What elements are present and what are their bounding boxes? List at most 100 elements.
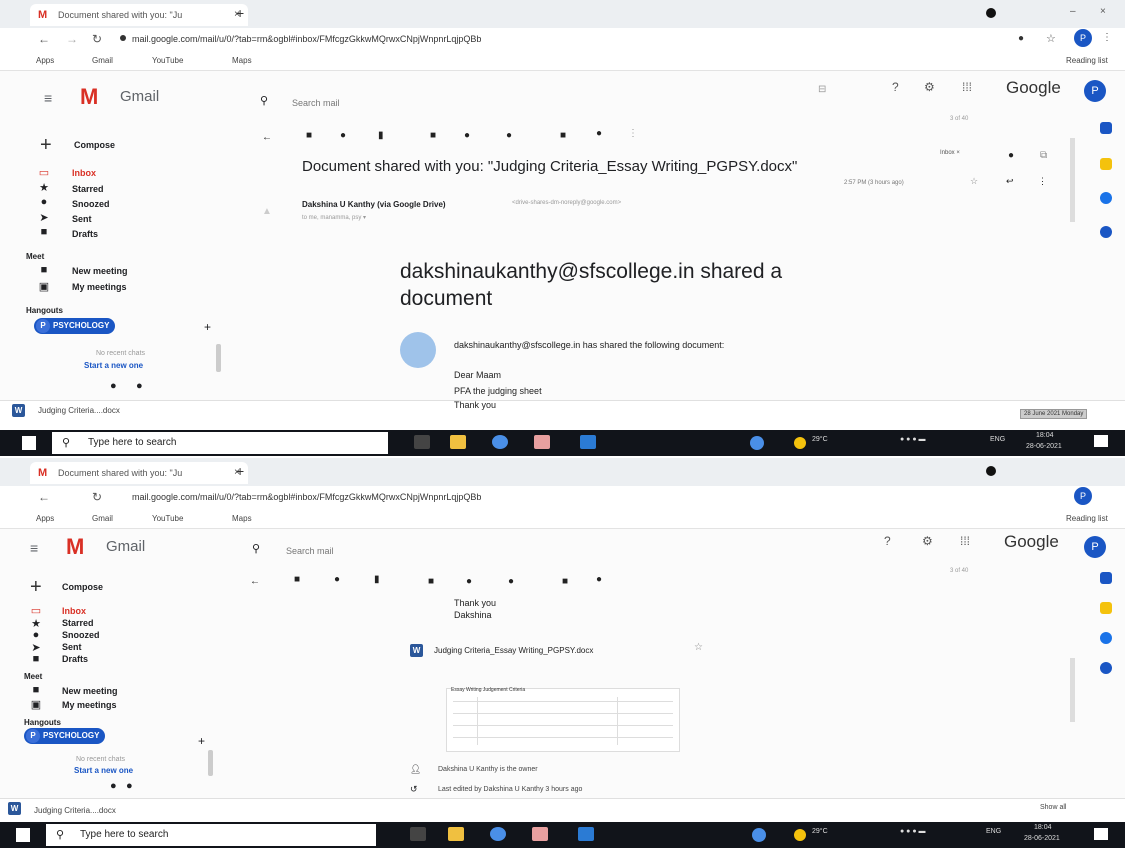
- tray-app-icon[interactable]: [752, 828, 766, 842]
- sidebar-item-sent[interactable]: Sent: [62, 642, 82, 652]
- compose-plus-icon[interactable]: +: [30, 576, 42, 599]
- mark-unread-icon[interactable]: ■: [428, 576, 434, 587]
- account-avatar[interactable]: P: [1084, 80, 1106, 102]
- star-email-icon[interactable]: ☆: [970, 176, 978, 187]
- search-icon[interactable]: ⚲: [260, 94, 268, 107]
- reading-list[interactable]: Reading list: [1066, 514, 1108, 523]
- new-meeting-button[interactable]: New meeting: [72, 266, 128, 276]
- tray-app-icon[interactable]: [750, 436, 764, 450]
- notification-icon[interactable]: [1094, 828, 1108, 840]
- back-icon[interactable]: ←: [38, 490, 50, 504]
- new-tab-button[interactable]: +: [236, 5, 244, 21]
- tray-icons[interactable]: ● ● ● ▬: [900, 828, 926, 835]
- reload-icon[interactable]: ↻: [92, 32, 102, 46]
- reading-list[interactable]: Reading list: [1066, 56, 1108, 65]
- back-to-inbox-icon[interactable]: ←: [250, 576, 260, 587]
- download-item[interactable]: Judging Criteria....docx: [34, 806, 116, 815]
- labels-icon[interactable]: ●: [596, 574, 602, 585]
- tasks-rail-icon[interactable]: [1100, 632, 1112, 644]
- cortana-icon[interactable]: ○: [366, 826, 374, 842]
- contacts-rail-icon[interactable]: [1100, 662, 1112, 674]
- taskbar-search[interactable]: Type here to search: [52, 432, 388, 454]
- settings-icon[interactable]: ⚙: [922, 534, 933, 548]
- bookmark-apps[interactable]: Apps: [36, 514, 54, 523]
- snooze-email-icon[interactable]: ●: [466, 576, 472, 587]
- file-explorer-icon[interactable]: [450, 435, 466, 449]
- sidebar-item-sent[interactable]: Sent: [72, 214, 92, 224]
- download-item[interactable]: Judging Criteria....docx: [38, 406, 120, 415]
- recipients[interactable]: to me, manamma, psy ▾: [302, 214, 366, 221]
- more-icon[interactable]: ⋮: [628, 128, 638, 139]
- browser-tab[interactable]: M Document shared with you: "Ju ×: [30, 4, 248, 26]
- email-more-icon[interactable]: ⋮: [1038, 176, 1047, 187]
- clock-date[interactable]: 28-06-2021: [1026, 443, 1062, 450]
- task-view-icon[interactable]: [414, 435, 430, 449]
- sidebar-item-snoozed[interactable]: Snoozed: [72, 199, 110, 209]
- help-icon[interactable]: ?: [892, 80, 899, 94]
- weather-temp[interactable]: 29°C: [812, 828, 828, 835]
- sidebar-item-inbox[interactable]: Inbox: [72, 168, 96, 178]
- extension-icon[interactable]: ●: [1018, 33, 1024, 44]
- inbox-label-badge[interactable]: Inbox ×: [940, 150, 960, 156]
- bookmark-youtube[interactable]: YouTube: [152, 56, 183, 65]
- gmail-logo-icon[interactable]: M: [66, 534, 84, 560]
- new-tab-button[interactable]: +: [236, 463, 244, 479]
- sidebar-item-starred[interactable]: Starred: [72, 184, 104, 194]
- account-avatar[interactable]: P: [1084, 536, 1106, 558]
- compose-button[interactable]: Compose: [74, 140, 115, 150]
- start-button-icon[interactable]: [22, 436, 36, 450]
- sidebar-item-starred[interactable]: Starred: [62, 618, 94, 628]
- start-new-chat-link[interactable]: Start a new one: [84, 361, 143, 370]
- document-preview[interactable]: Essay Writing Judgement Criteria: [446, 687, 680, 752]
- calendar-rail-icon[interactable]: [1100, 572, 1112, 584]
- archive-icon[interactable]: ■: [306, 130, 312, 141]
- print-icon[interactable]: ●: [1008, 150, 1014, 161]
- store-icon[interactable]: [532, 827, 548, 841]
- file-explorer-icon[interactable]: [448, 827, 464, 841]
- bookmark-gmail[interactable]: Gmail: [92, 514, 113, 523]
- task-view-icon[interactable]: [410, 827, 426, 841]
- bookmark-gmail[interactable]: Gmail: [92, 56, 113, 65]
- move-to-icon[interactable]: ■: [562, 576, 568, 587]
- url-field[interactable]: mail.google.com/mail/u/0/?tab=rm&ogbl#in…: [132, 34, 481, 44]
- tasks-rail-icon[interactable]: [1100, 192, 1112, 204]
- attachment-star-icon[interactable]: ☆: [694, 642, 703, 653]
- search-input[interactable]: Search mail: [292, 98, 340, 108]
- move-to-icon[interactable]: ■: [560, 130, 566, 141]
- mark-unread-icon[interactable]: ■: [430, 130, 436, 141]
- report-spam-icon[interactable]: ●: [334, 574, 340, 585]
- close-window-icon[interactable]: ×: [1100, 6, 1106, 17]
- compose-button[interactable]: Compose: [62, 582, 103, 592]
- chat-icon[interactable]: ●: [136, 380, 143, 392]
- my-meetings-button[interactable]: My meetings: [72, 282, 127, 292]
- menu-icon[interactable]: ⋮: [1102, 32, 1112, 43]
- bookmark-apps[interactable]: Apps: [36, 56, 54, 65]
- clock-time[interactable]: 18:04: [1036, 432, 1054, 439]
- apps-grid-icon[interactable]: ⁞⁞⁞: [960, 534, 970, 548]
- url-field[interactable]: mail.google.com/mail/u/0/?tab=rm&ogbl#in…: [132, 492, 481, 502]
- chat-icon[interactable]: ●: [126, 780, 133, 792]
- cortana-icon[interactable]: ○: [368, 434, 376, 450]
- attachment-title[interactable]: Judging Criteria_Essay Writing_PGPSY.doc…: [434, 646, 593, 655]
- clock-date[interactable]: 28-06-2021: [1024, 835, 1060, 842]
- add-task-icon[interactable]: ●: [506, 130, 512, 141]
- start-button-icon[interactable]: [16, 828, 30, 842]
- contacts-icon[interactable]: ●: [110, 780, 117, 792]
- sidebar-item-snoozed[interactable]: Snoozed: [62, 630, 100, 640]
- profile-avatar[interactable]: P: [1074, 29, 1092, 47]
- sidebar-item-drafts[interactable]: Drafts: [72, 229, 98, 239]
- show-all-downloads[interactable]: Show all: [1040, 804, 1066, 811]
- weather-temp[interactable]: 29°C: [812, 436, 828, 443]
- delete-icon[interactable]: ▮: [374, 574, 380, 585]
- taskbar-search[interactable]: Type here to search: [46, 824, 376, 846]
- bookmark-maps[interactable]: Maps: [232, 56, 252, 65]
- email-scrollbar[interactable]: [1070, 138, 1075, 222]
- minimize-icon[interactable]: –: [1070, 6, 1076, 17]
- hangouts-scrollbar[interactable]: [208, 750, 213, 776]
- my-meetings-button[interactable]: My meetings: [62, 700, 117, 710]
- mail-app-icon[interactable]: [580, 435, 596, 449]
- chrome-icon[interactable]: [492, 435, 508, 449]
- reload-icon[interactable]: ↻: [92, 490, 102, 504]
- calendar-rail-icon[interactable]: [1100, 122, 1112, 134]
- settings-icon[interactable]: ⚙: [924, 80, 935, 94]
